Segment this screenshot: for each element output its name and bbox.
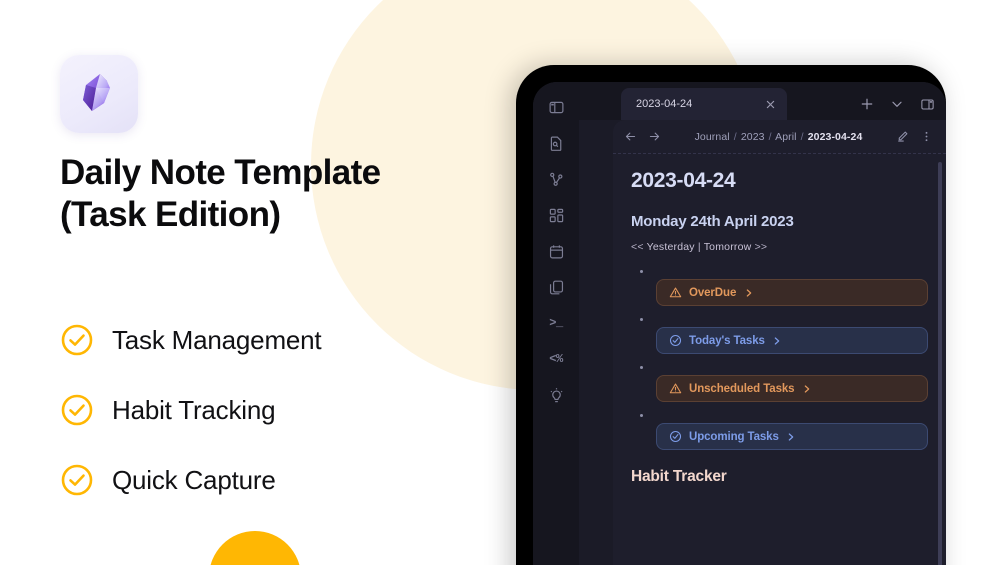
- feature-label: Habit Tracking: [112, 394, 276, 425]
- canvas-grid-icon[interactable]: [545, 204, 567, 226]
- note-day-nav: << Yesterday | Tomorrow >>: [631, 241, 928, 253]
- tab-label: 2023-04-24: [636, 98, 693, 110]
- alert-triangle-icon: [669, 382, 682, 395]
- callout-overdue[interactable]: OverDue: [656, 279, 928, 306]
- file-search-icon[interactable]: [545, 132, 567, 154]
- check-circle-icon: [60, 323, 94, 357]
- alert-triangle-icon: [669, 286, 682, 299]
- callout-label: Unscheduled Tasks: [689, 382, 795, 395]
- arrow-right-icon[interactable]: [647, 129, 662, 144]
- left-icon-rail: >_ <%: [533, 82, 579, 565]
- callout-label: OverDue: [689, 286, 737, 299]
- app-logo: [60, 55, 138, 133]
- breadcrumb-item-2023[interactable]: 2023: [741, 131, 765, 143]
- arrow-left-icon[interactable]: [623, 129, 638, 144]
- callout-todays-tasks[interactable]: Today's Tasks: [656, 327, 928, 354]
- callout-row: Upcoming Tasks: [631, 414, 928, 450]
- callout-unscheduled-tasks[interactable]: Unscheduled Tasks: [656, 375, 928, 402]
- chevron-right-icon[interactable]: [786, 431, 797, 442]
- note-nav-tomorrow-link[interactable]: Tomorrow: [704, 241, 752, 253]
- tab-2023-04-24[interactable]: 2023-04-24: [621, 88, 787, 120]
- callout-row: Today's Tasks: [631, 318, 928, 354]
- note-pane-header: Journal / 2023 / April / 2023-04-24: [613, 120, 946, 154]
- list-bullet: [640, 414, 643, 417]
- check-circle-icon: [60, 463, 94, 497]
- note-content: 2023-04-24 Monday 24th April 2023 << Yes…: [613, 155, 946, 565]
- toggle-right-sidebar-icon[interactable]: [919, 96, 935, 112]
- note-pane: Journal / 2023 / April / 2023-04-24 2023…: [613, 120, 946, 565]
- graph-view-icon[interactable]: [545, 168, 567, 190]
- note-subheading: Monday 24th April 2023: [631, 213, 794, 230]
- list-bullet: [640, 270, 643, 273]
- vertical-scrollbar[interactable]: [938, 162, 942, 565]
- lightbulb-icon[interactable]: [545, 384, 567, 406]
- feature-label: Task Management: [112, 324, 322, 355]
- hero-panel: Daily Note Template (Task Edition) Task …: [0, 0, 500, 565]
- chevron-right-icon[interactable]: [801, 383, 812, 394]
- breadcrumb-separator: /: [733, 130, 737, 143]
- chevron-right-icon[interactable]: [743, 287, 754, 298]
- breadcrumb-item-april[interactable]: April: [775, 131, 797, 143]
- feature-item-quick-capture: Quick Capture: [60, 445, 480, 515]
- breadcrumb-separator: /: [768, 130, 772, 143]
- page-title-line2: (Task Edition): [60, 195, 281, 235]
- check-circle-icon: [669, 430, 682, 443]
- note-nav-divider: |: [697, 241, 701, 253]
- callout-row: Unscheduled Tasks: [631, 366, 928, 402]
- feature-label: Quick Capture: [112, 464, 276, 495]
- list-bullet: [640, 366, 643, 369]
- list-bullet: [640, 318, 643, 321]
- terminal-icon[interactable]: >_: [545, 312, 567, 334]
- code-percent-icon[interactable]: <%: [545, 348, 567, 370]
- promo-graphic: Daily Note Template (Task Edition) Task …: [0, 0, 1005, 565]
- callout-label: Today's Tasks: [689, 334, 765, 347]
- note-nav-yesterday-link[interactable]: Yesterday: [647, 241, 695, 253]
- note-heading: 2023-04-24: [631, 169, 736, 192]
- tab-bar-actions: [859, 96, 946, 120]
- feature-item-habit-tracking: Habit Tracking: [60, 375, 480, 445]
- chevron-down-icon[interactable]: [889, 96, 905, 112]
- page-title: Daily Note Template (Task Edition): [60, 152, 490, 237]
- callout-row: OverDue: [631, 270, 928, 306]
- breadcrumb-item-current: 2023-04-24: [807, 130, 863, 143]
- plus-icon[interactable]: [859, 96, 875, 112]
- note-nav-suffix: >>: [754, 241, 768, 253]
- pencil-icon[interactable]: [895, 129, 910, 144]
- copy-files-icon[interactable]: [545, 276, 567, 298]
- page-title-line1: Daily Note Template: [60, 153, 381, 192]
- device-frame: >_ <% 2023-04-24 Journal / 2023 / April …: [516, 65, 946, 565]
- callout-label: Upcoming Tasks: [689, 430, 779, 443]
- app-window: >_ <% 2023-04-24 Journal / 2023 / April …: [533, 82, 946, 565]
- check-circle-icon: [60, 393, 94, 427]
- breadcrumb-item-journal[interactable]: Journal: [695, 131, 730, 143]
- callout-upcoming-tasks[interactable]: Upcoming Tasks: [656, 423, 928, 450]
- chevron-right-icon[interactable]: [772, 335, 783, 346]
- calendar-icon[interactable]: [545, 240, 567, 262]
- breadcrumb-separator: /: [800, 130, 804, 143]
- check-circle-icon: [669, 334, 682, 347]
- close-icon[interactable]: [763, 97, 777, 111]
- breadcrumb[interactable]: Journal / 2023 / April / 2023-04-24: [671, 131, 886, 143]
- tab-bar: 2023-04-24: [579, 82, 946, 120]
- toggle-left-sidebar-icon[interactable]: [545, 96, 567, 118]
- note-section-habit-tracker: Habit Tracker: [631, 468, 727, 485]
- feature-item-task-management: Task Management: [60, 305, 480, 375]
- obsidian-gem-icon: [74, 69, 124, 119]
- feature-list: Task Management Habit Tracking Quick Cap…: [60, 305, 480, 515]
- more-vertical-icon[interactable]: [919, 129, 934, 144]
- note-nav-prefix: <<: [631, 241, 644, 253]
